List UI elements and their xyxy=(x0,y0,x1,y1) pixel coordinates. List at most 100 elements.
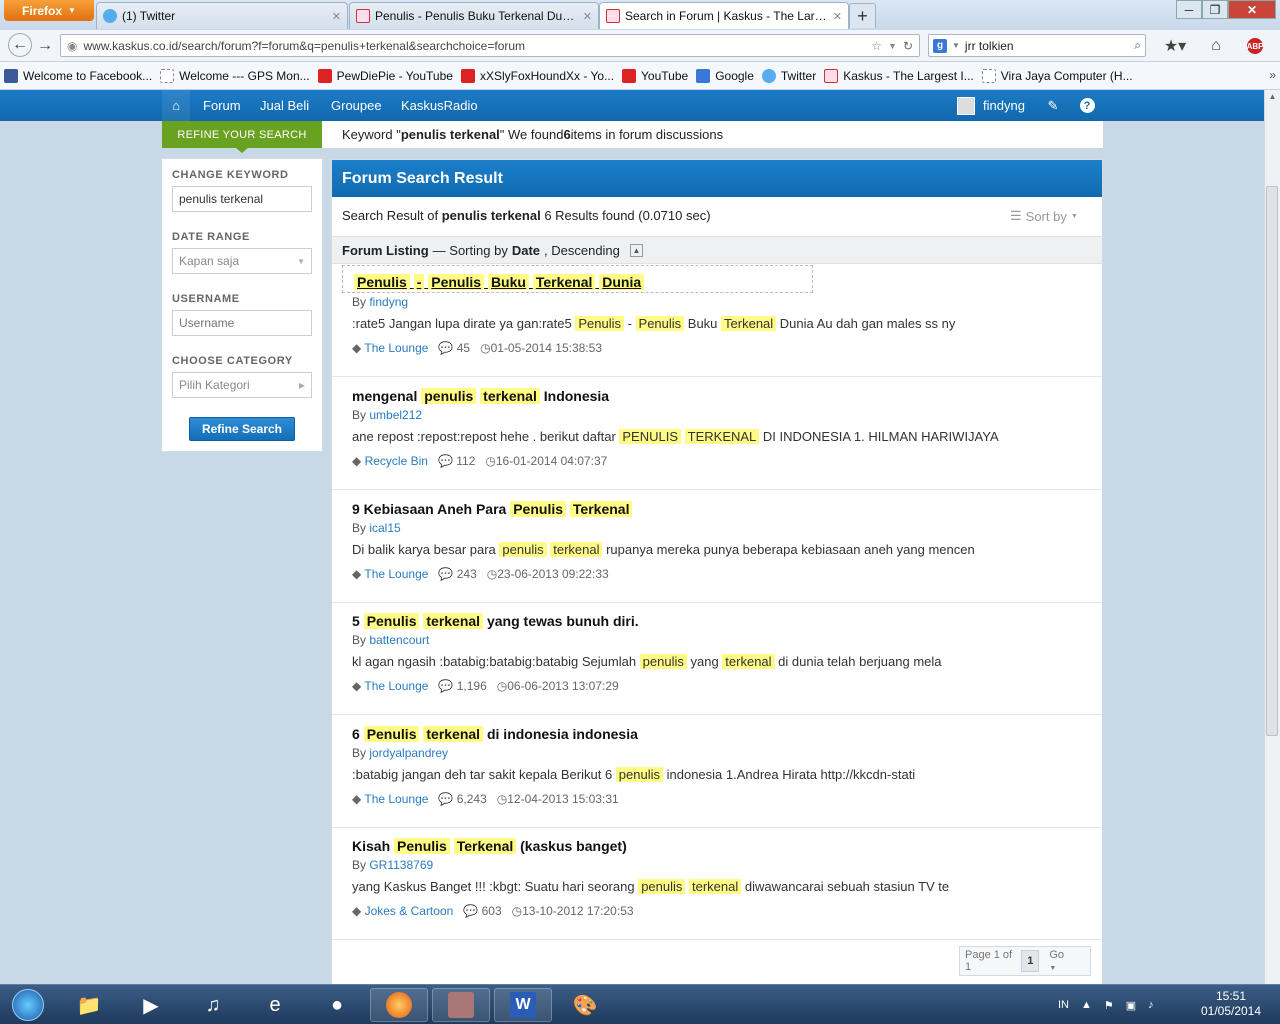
minimize-button[interactable]: ─ xyxy=(1176,0,1202,19)
close-window-button[interactable]: ✕ xyxy=(1228,0,1276,19)
star-icon[interactable]: ☆ xyxy=(871,39,882,53)
volume-icon[interactable]: ♪ xyxy=(1148,999,1154,1011)
youtube-icon xyxy=(460,68,475,83)
music-icon[interactable]: ♫ xyxy=(184,988,242,1022)
author-link[interactable]: jordyalpandrey xyxy=(369,746,448,760)
search-bar[interactable]: g ▼ jrr tolkien ⌕ xyxy=(928,34,1146,57)
go-label: Go xyxy=(1049,949,1065,961)
refine-your-search-tab[interactable]: REFINE YOUR SEARCH xyxy=(162,121,322,153)
adblock-icon[interactable]: ABP xyxy=(1240,36,1270,56)
new-tab-button[interactable]: + xyxy=(849,3,876,28)
result-title[interactable]: Penulis - Penulis Buku Terkenal Dunia xyxy=(354,274,645,290)
game-icon[interactable] xyxy=(432,988,490,1022)
search-input[interactable]: jrr tolkien xyxy=(965,39,1129,53)
flag-icon[interactable]: ⚑ xyxy=(1104,999,1114,1012)
bookmark-item[interactable]: Welcome --- GPS Mon... xyxy=(160,68,310,83)
maximize-button[interactable]: ❐ xyxy=(1202,0,1228,19)
result-title[interactable]: 6 Penulis terkenal di indonesia indonesi… xyxy=(352,726,638,742)
firefox-icon[interactable] xyxy=(370,988,428,1022)
word-icon[interactable]: W xyxy=(494,988,552,1022)
globe-icon[interactable]: ● xyxy=(308,988,366,1022)
chevron-down-icon[interactable]: ▼ xyxy=(952,41,960,50)
excerpt-segment: Penulis xyxy=(635,316,685,331)
date-range-select[interactable]: Kapan saja ▼ xyxy=(172,248,312,274)
user-menu[interactable]: findyng xyxy=(957,90,1025,121)
sort-by-button[interactable]: ☰ Sort by ▼ xyxy=(1010,208,1078,224)
show-hidden-icons-icon[interactable]: ▲ xyxy=(1081,999,1092,1011)
author-link[interactable]: ical15 xyxy=(369,521,400,535)
author-link[interactable]: battencourt xyxy=(369,633,429,647)
tab-label: Penulis - Penulis Buku Terkenal Duni... xyxy=(375,9,578,23)
keyword-input[interactable]: penulis terkenal xyxy=(172,186,312,212)
bookmark-item[interactable]: xXSlyFoxHoundXx - Yo... xyxy=(460,68,615,83)
tab-search-forum[interactable]: Search in Forum | Kaskus - The Large... … xyxy=(599,2,849,29)
nav-kaskusradio[interactable]: KaskusRadio xyxy=(401,90,478,121)
internet-explorer-icon[interactable]: e xyxy=(246,988,304,1022)
keyword-prefix: Keyword " xyxy=(342,127,401,142)
nav-forum[interactable]: Forum xyxy=(203,90,241,121)
language-indicator[interactable]: IN xyxy=(1058,999,1069,1011)
category-link[interactable]: ◆ The Lounge xyxy=(352,792,428,806)
forward-button[interactable]: → xyxy=(34,36,56,56)
tag-icon: ◆ xyxy=(352,454,362,468)
bookmark-label: xXSlyFoxHoundXx - Yo... xyxy=(479,68,615,83)
author-link[interactable]: findyng xyxy=(369,295,408,309)
author-link[interactable]: GR1138769 xyxy=(369,858,433,872)
search-icon[interactable]: ⌕ xyxy=(1134,38,1141,53)
help-icon[interactable]: ? xyxy=(1079,90,1095,121)
result-title[interactable]: 9 Kebiasaan Aneh Para Penulis Terkenal xyxy=(352,501,633,517)
home-icon[interactable]: ⌂ xyxy=(1205,36,1227,56)
clock[interactable]: 15:51 01/05/2014 xyxy=(1186,989,1276,1019)
bookmarks-menu-icon[interactable]: ★▾ xyxy=(1160,36,1190,56)
nav-jual-beli[interactable]: Jual Beli xyxy=(260,90,309,121)
result-title[interactable]: 5 Penulis terkenal yang tewas bunuh diri… xyxy=(352,613,639,629)
tab-penulis[interactable]: Penulis - Penulis Buku Terkenal Duni... … xyxy=(349,2,599,29)
facebook-icon xyxy=(4,68,18,83)
username-label: USERNAME xyxy=(172,293,240,305)
close-icon[interactable]: ✕ xyxy=(332,10,341,23)
page-1-button[interactable]: 1 xyxy=(1021,950,1040,972)
network-icon[interactable]: ▣ xyxy=(1126,999,1136,1012)
explorer-icon[interactable]: 📁 xyxy=(60,988,118,1022)
category-select[interactable]: Pilih Kategori ▶ xyxy=(172,372,312,398)
bookmark-item[interactable]: Twitter xyxy=(761,68,816,83)
pencil-icon[interactable]: ✎ xyxy=(1045,90,1061,121)
excerpt-segment: Terkenal xyxy=(721,316,777,331)
dropdown-icon[interactable]: ▼ xyxy=(888,41,897,51)
category-link[interactable]: ◆ The Lounge xyxy=(352,679,428,693)
go-button[interactable]: Go ▼ xyxy=(1039,949,1090,973)
close-icon[interactable]: ✕ xyxy=(583,10,592,23)
media-player-icon[interactable]: ▶ xyxy=(122,988,180,1022)
category-link[interactable]: ◆ The Lounge xyxy=(352,341,428,355)
category-link[interactable]: ◆ Jokes & Cartoon xyxy=(352,904,453,918)
reload-icon[interactable]: ↻ xyxy=(903,39,913,53)
title-segment: Penulis xyxy=(354,274,410,290)
date-range-label: DATE RANGE xyxy=(172,231,250,243)
bookmark-item[interactable]: YouTube xyxy=(622,68,688,83)
bookmark-item[interactable]: PewDiePie - YouTube xyxy=(317,68,453,83)
start-button[interactable] xyxy=(2,988,54,1022)
refine-search-button[interactable]: Refine Search xyxy=(189,417,295,441)
category-link[interactable]: ◆ The Lounge xyxy=(352,567,428,581)
nav-groupee[interactable]: Groupee xyxy=(331,90,382,121)
url-bar[interactable]: ◉ www.kaskus.co.id/search/forum?f=forum&… xyxy=(60,34,920,57)
result-title[interactable]: Kisah Penulis Terkenal (kaskus banget) xyxy=(352,838,627,854)
scroll-up-icon[interactable]: ▲ xyxy=(1265,92,1280,101)
firefox-menu-button[interactable]: Firefox ▼ xyxy=(4,0,94,21)
author-link[interactable]: umbel212 xyxy=(369,408,422,422)
more-bookmarks-icon[interactable]: » xyxy=(1269,68,1276,82)
paint-icon[interactable]: 🎨 xyxy=(556,988,614,1022)
home-icon[interactable]: ⌂ xyxy=(162,90,190,121)
bookmark-item[interactable]: Kaskus - The Largest I... xyxy=(824,68,974,83)
close-icon[interactable]: ✕ xyxy=(833,10,842,23)
bookmark-item[interactable]: Welcome to Facebook... xyxy=(4,68,152,83)
back-button[interactable]: ← xyxy=(8,33,32,57)
collapse-icon[interactable]: ▲ xyxy=(629,243,643,257)
bookmark-item[interactable]: Google xyxy=(696,68,754,83)
username-input[interactable] xyxy=(172,310,312,336)
category-link[interactable]: ◆ Recycle Bin xyxy=(352,454,428,468)
tab-twitter[interactable]: (1) Twitter ✕ xyxy=(96,2,348,29)
scrollbar-thumb[interactable] xyxy=(1266,186,1278,736)
bookmark-item[interactable]: Vira Jaya Computer (H... xyxy=(981,68,1133,83)
result-title[interactable]: mengenal penulis terkenal Indonesia xyxy=(352,388,609,404)
